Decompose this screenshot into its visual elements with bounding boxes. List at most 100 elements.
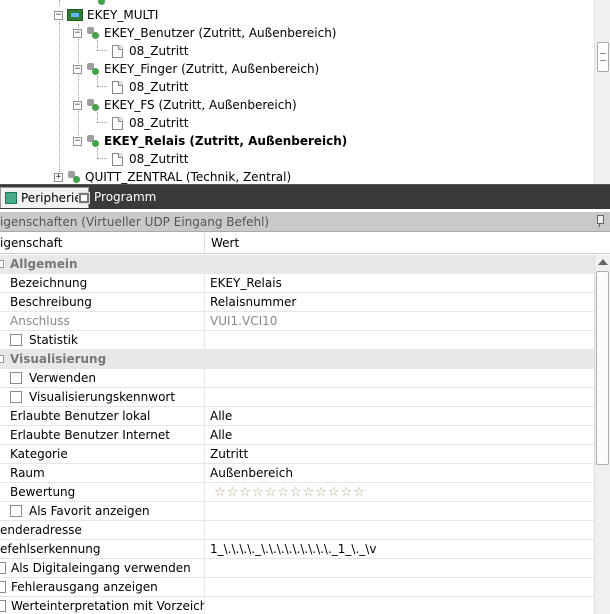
property-row[interactable]: efehlserkennung 1_\.\.\.\._\.\.\.\.\.\.\… [0, 540, 594, 559]
tree-node-zutritt[interactable]: 08_Zutritt [112, 114, 188, 132]
property-value-cell [206, 578, 594, 597]
device-node-icon [86, 134, 100, 148]
tree-node-zutritt[interactable]: 08_Zutritt [112, 42, 188, 60]
device-node-icon [86, 98, 100, 112]
expand-toggle-icon[interactable]: + [54, 172, 63, 182]
category-cell: Allgemein [0, 255, 594, 274]
collapse-toggle-icon[interactable]: − [73, 64, 82, 74]
tree-node-zutritt[interactable]: 08_Zutritt [112, 78, 188, 96]
property-row[interactable]: Erlaubte Benutzer lokal Alle [0, 407, 594, 426]
property-row[interactable]: Fehlerausgang anzeigen [0, 578, 594, 597]
property-row[interactable]: Als Favorit anzeigen [0, 502, 594, 521]
collapse-toggle-icon[interactable]: − [73, 100, 82, 110]
property-row[interactable]: Bezeichnung EKEY_Relais [0, 274, 594, 293]
tree-node-label: QUITT_ZENTRAL (Technik, Zentral) [85, 170, 292, 184]
collapse-toggle-icon[interactable] [0, 260, 4, 268]
property-name: Raum [10, 466, 45, 480]
property-value-cell[interactable]: Außenbereich [206, 464, 594, 483]
property-value-cell: VUI1.VCI10 [210, 314, 278, 328]
property-value-cell [206, 388, 594, 407]
property-name: Beschreibung [10, 295, 92, 309]
collapse-toggle-icon[interactable] [0, 355, 4, 363]
property-value-cell[interactable]: 1_\.\.\.\._\.\.\.\.\.\.\.\.\._1_\._\v [206, 540, 594, 559]
property-value-cell[interactable]: Zutritt [206, 445, 594, 464]
property-row[interactable]: Visualisierungskennwort [0, 388, 594, 407]
property-name: Bezeichnung [10, 276, 88, 290]
vorzeichen-checkbox[interactable] [0, 600, 6, 612]
properties-scrollbar-thumb[interactable] [596, 271, 609, 465]
property-name: Werteinterpretation mit Vorzeichen [11, 599, 205, 613]
document-icon [112, 44, 123, 58]
tree-node-quitt-zentral[interactable]: + QUITT_ZENTRAL (Technik, Zentral) [54, 168, 291, 184]
digitaleingang-checkbox[interactable] [0, 562, 6, 574]
scroll-up-icon[interactable] [598, 259, 608, 265]
pin-icon[interactable] [596, 215, 604, 227]
tree-node-label: 08_Zutritt [129, 80, 189, 94]
collapse-toggle-icon[interactable]: − [73, 28, 82, 38]
tree-node-label: EKEY_FS (Zutritt, Außenbereich) [104, 98, 297, 112]
property-name: Anschluss [10, 314, 70, 328]
properties-scrollbar[interactable] [594, 255, 610, 614]
property-name: Als Favorit anzeigen [29, 504, 150, 518]
tree-node-ekey-multi[interactable]: − EKEY_MULTI [54, 6, 158, 24]
property-name: Bewertung [10, 485, 76, 499]
tab-programm[interactable]: Programm [74, 187, 162, 208]
properties-title: igenschaften (Virtueller UDP Eingang Bef… [0, 215, 270, 229]
column-header-property[interactable]: igenschaft [0, 233, 205, 254]
property-row[interactable]: Raum Außenbereich [0, 464, 594, 483]
property-row[interactable]: enderadresse [0, 521, 594, 540]
property-value-cell[interactable]: EKEY_Relais [206, 274, 594, 293]
property-row[interactable]: Erlaubte Benutzer Internet Alle [0, 426, 594, 445]
peripherie-icon [5, 192, 17, 204]
tree-scrollbar[interactable] [594, 0, 610, 184]
property-row[interactable]: Verwenden [0, 369, 594, 388]
property-value-cell[interactable]: Alle [206, 407, 594, 426]
tree-node-ekey-relais[interactable]: − EKEY_Relais (Zutritt, Außenbereich) [73, 132, 347, 150]
column-header-value[interactable]: Wert [211, 233, 239, 254]
category-label: Visualisierung [10, 352, 107, 366]
property-row[interactable]: Beschreibung Relaisnummer [0, 293, 594, 312]
property-value-cell[interactable]: Relaisnummer [206, 293, 594, 312]
statistik-checkbox[interactable] [10, 334, 22, 346]
property-name: Visualisierungskennwort [29, 390, 176, 404]
property-name-cell: Verwenden [0, 369, 205, 388]
property-value-cell[interactable] [206, 521, 594, 540]
property-value-cell[interactable]: Alle [206, 426, 594, 445]
property-name-cell: Anschluss [0, 312, 205, 331]
property-row[interactable]: Bewertung ☆☆☆☆☆☆☆☆☆☆☆☆ [0, 483, 594, 502]
tree-scrollbar-thumb[interactable] [597, 42, 609, 72]
property-row[interactable]: Kategorie Zutritt [0, 445, 594, 464]
collapse-toggle-icon[interactable]: − [73, 136, 82, 146]
property-row[interactable]: Statistik [0, 331, 594, 350]
property-name: Erlaubte Benutzer lokal [10, 409, 151, 423]
tree-node-zutritt[interactable]: 08_Zutritt [112, 150, 188, 168]
tree-node-ekey-finger[interactable]: − EKEY_Finger (Zutritt, Außenbereich) [73, 60, 319, 78]
visualisierungskennwort-checkbox[interactable] [10, 391, 22, 403]
property-row[interactable]: Anschluss VUI1.VCI10 [0, 312, 594, 331]
tab-label: Programm [94, 190, 157, 204]
category-row-visualisierung[interactable]: Visualisierung [0, 350, 594, 369]
category-row-allgemein[interactable]: Allgemein [0, 255, 594, 274]
collapse-toggle-icon[interactable]: − [54, 10, 63, 20]
rating-stars-icon[interactable]: ☆☆☆☆☆☆☆☆☆☆☆☆ [210, 484, 366, 502]
properties-title-bar: igenschaften (Virtueller UDP Eingang Bef… [0, 212, 610, 232]
tree-node-label: 08_Zutritt [129, 44, 189, 58]
property-name: Fehlerausgang anzeigen [11, 580, 158, 594]
device-tree[interactable]: − EKEY_MULTI − EKEY_Benutzer (Zutritt, A… [0, 0, 610, 184]
property-name-cell: efehlserkennung [0, 540, 205, 559]
programm-icon [78, 191, 90, 204]
tree-node-ekey-benutzer[interactable]: − EKEY_Benutzer (Zutritt, Außenbereich) [73, 24, 336, 42]
fehlerausgang-checkbox[interactable] [0, 581, 6, 593]
property-row[interactable]: Als Digitaleingang verwenden [0, 559, 594, 578]
property-name-cell: Als Digitaleingang verwenden [0, 559, 205, 578]
category-label: Allgemein [10, 257, 78, 271]
als-favorit-checkbox[interactable] [10, 505, 22, 517]
tree-node-label: EKEY_Benutzer (Zutritt, Außenbereich) [104, 26, 337, 40]
property-value-cell[interactable]: ☆☆☆☆☆☆☆☆☆☆☆☆ [206, 483, 594, 502]
verwenden-checkbox[interactable] [10, 372, 22, 384]
document-icon [112, 152, 123, 166]
property-name-cell: Raum [0, 464, 205, 483]
tree-node-ekey-fs[interactable]: − EKEY_FS (Zutritt, Außenbereich) [73, 96, 297, 114]
property-row[interactable]: Werteinterpretation mit Vorzeichen [0, 597, 594, 614]
tree-node-label: EKEY_Relais (Zutritt, Außenbereich) [104, 134, 348, 148]
